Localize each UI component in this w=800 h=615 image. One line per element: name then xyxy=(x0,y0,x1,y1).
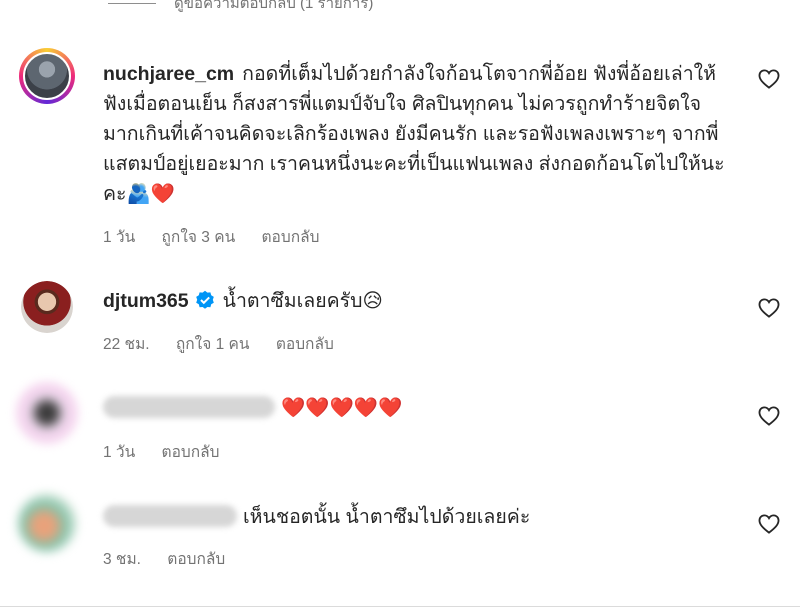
comment-meta: 1 วัน ตอบกลับ xyxy=(103,439,241,464)
view-replies-link[interactable]: ดูข้อความตอบกลับ (1 รายการ) xyxy=(174,0,373,15)
comment-meta: 1 วัน ถูกใจ 3 คน ตอบกลับ xyxy=(103,224,341,249)
comment-time: 22 ชม. xyxy=(103,336,150,353)
blurred-username[interactable] xyxy=(103,396,275,418)
heart-outline-icon[interactable] xyxy=(758,69,780,89)
heart-outline-icon[interactable] xyxy=(758,406,780,426)
comment-time: 1 วัน xyxy=(103,444,136,461)
reply-button[interactable]: ตอบกลับ xyxy=(167,551,225,568)
view-replies-row[interactable]: ดูข้อความตอบกลับ (1 รายการ) xyxy=(108,0,373,14)
avatar[interactable] xyxy=(18,494,76,552)
comment-text: น้ำตาซึมเลยครับ😥 xyxy=(222,290,383,312)
replies-divider-line xyxy=(108,2,156,4)
reply-button[interactable]: ตอบกลับ xyxy=(276,336,334,353)
comment-username[interactable]: nuchjaree_cm xyxy=(103,63,234,85)
comment-body: ❤️❤️❤️❤️❤️ xyxy=(103,393,728,423)
avatar[interactable] xyxy=(19,48,75,104)
comment-text: เห็นชอตนั้น น้ำตาซึมไปด้วยเลยค่ะ xyxy=(243,506,531,528)
verified-badge-icon xyxy=(195,290,214,309)
avatar[interactable] xyxy=(21,281,73,333)
heart-outline-icon[interactable] xyxy=(758,298,780,318)
comment-time: 1 วัน xyxy=(103,229,136,246)
comment-time: 3 ชม. xyxy=(103,551,141,568)
comment-meta: 3 ชม. ตอบกลับ xyxy=(103,546,247,571)
blurred-username[interactable] xyxy=(103,505,237,527)
comment-body: djtum365 น้ำตาซึมเลยครับ😥 xyxy=(103,286,728,316)
avatar[interactable] xyxy=(17,383,77,443)
comment-meta: 22 ชม. ถูกใจ 1 คน ตอบกลับ xyxy=(103,331,356,356)
comment-text: ❤️❤️❤️❤️❤️ xyxy=(281,397,403,419)
comment-likes-count[interactable]: ถูกใจ 1 คน xyxy=(176,336,250,353)
reply-button[interactable]: ตอบกลับ xyxy=(261,229,319,246)
comment-body: เห็นชอตนั้น น้ำตาซึมไปด้วยเลยค่ะ xyxy=(103,502,728,532)
reply-button[interactable]: ตอบกลับ xyxy=(162,444,220,461)
bottom-divider xyxy=(0,606,800,607)
comment-likes-count[interactable]: ถูกใจ 3 คน xyxy=(162,229,236,246)
comment-username[interactable]: djtum365 xyxy=(103,290,189,312)
heart-outline-icon[interactable] xyxy=(758,514,780,534)
comment-body: nuchjaree_cm กอดที่เต็มไปด้วยกำลังใจก้อนโ… xyxy=(103,59,728,209)
